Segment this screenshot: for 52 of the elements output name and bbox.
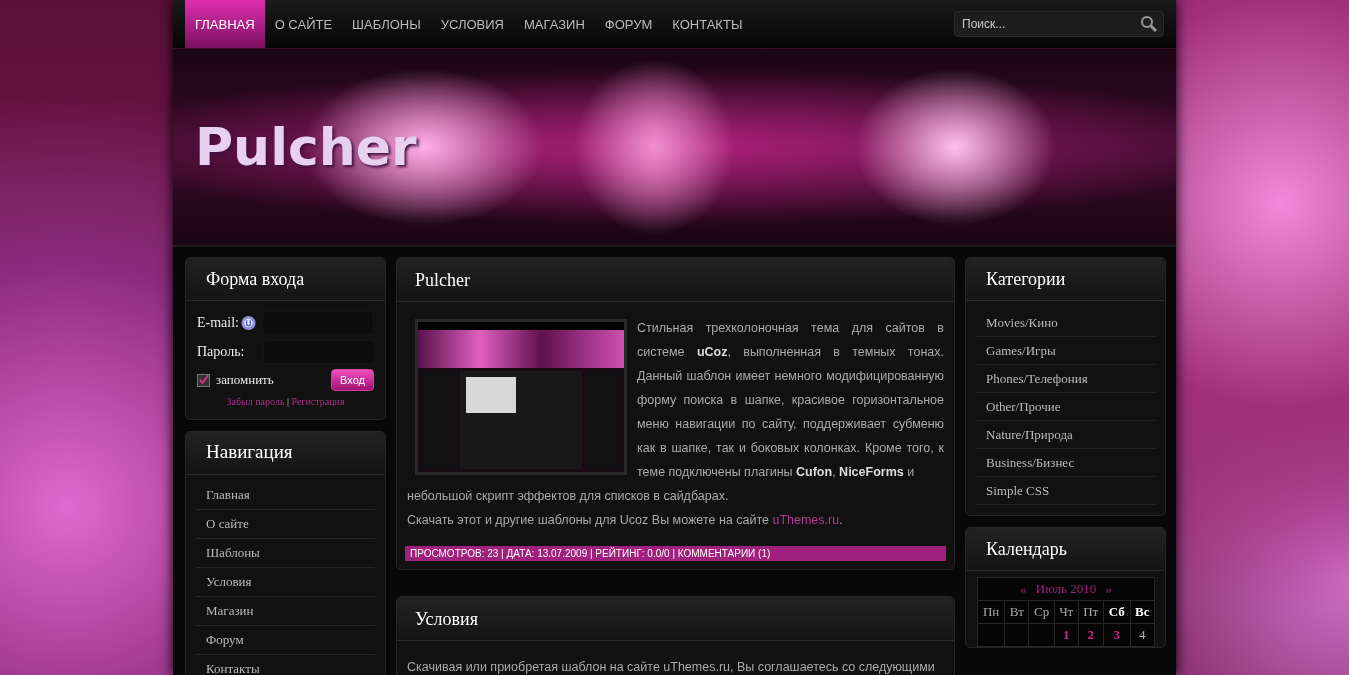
category-link[interactable]: Simple CSS <box>976 477 1155 505</box>
post-paragraph: Стильная трехколоночная тема для сайтов в системе uCoz, выполненная в темных тонах. Данный шаблон имеет немного модифицированную форму поиска в шапке, красивое горизонтальное меню навигации по сайту, поддерживает субменю как в шапке, так и боковых колонках. Кроме того, к теме подключены плагины Cufon, NiceForms и <box>637 320 944 481</box>
navigation-link[interactable]: Шаблоны <box>196 539 375 568</box>
panel-title: Календарь <box>966 528 1165 571</box>
day-cell[interactable]: 1 <box>1054 623 1079 647</box>
category-link[interactable]: Nature/Природа <box>976 421 1155 449</box>
weekday-cell: Вс <box>1130 600 1155 624</box>
menu-tab[interactable]: О САЙТЕ <box>264 0 343 48</box>
navigation-link[interactable]: О сайте <box>196 510 375 539</box>
navigation-link[interactable]: Главная <box>196 481 375 510</box>
ucoz-badge-icon <box>241 315 256 331</box>
search-icon[interactable] <box>1140 15 1158 33</box>
menu-tab[interactable]: ФОРУМ <box>594 0 663 48</box>
password-label: Пароль: <box>197 344 241 360</box>
menu-tab[interactable]: КОНТАКТЫ <box>662 0 753 48</box>
navigation-link[interactable]: Контакты <box>196 655 375 675</box>
menu-tab[interactable]: ШАБЛОНЫ <box>342 0 431 48</box>
email-label: E-mail: <box>197 315 239 331</box>
day-cell[interactable]: 3 <box>1103 623 1131 647</box>
weekday-cell: Пт <box>1078 600 1104 624</box>
category-link[interactable]: Phones/Телефония <box>976 365 1155 393</box>
category-link[interactable]: Games/Игры <box>976 337 1155 365</box>
category-link[interactable]: Business/Бизнес <box>976 449 1155 477</box>
panel-title: Форма входа <box>186 258 385 301</box>
weekday-cell: Пн <box>977 600 1005 624</box>
panel-title: Навигация <box>186 432 385 475</box>
post-title[interactable]: Pulcher <box>397 258 954 302</box>
category-link[interactable]: Movies/Кино <box>976 309 1155 337</box>
menu-tab[interactable]: УСЛОВИЯ <box>430 0 514 48</box>
navigation-link[interactable]: Магазин <box>196 597 375 626</box>
weekday-cell: Чт <box>1054 600 1079 624</box>
post-meta-bar: ПРОСМОТРОВ: 23 | ДАТА: 13.07.2009 | РЕЙТИНГ: 0.0/0 | КОММЕНТАРИИ (1) <box>405 546 946 561</box>
remember-checkbox[interactable] <box>197 373 210 387</box>
post-title[interactable]: Условия <box>397 597 954 641</box>
panel-title: Категории <box>966 258 1165 301</box>
search-field[interactable]: Поиск... <box>954 11 1164 37</box>
link-separator: | <box>286 396 289 407</box>
navigation-link[interactable]: Условия <box>196 568 375 597</box>
weekday-cell: Сб <box>1103 600 1131 624</box>
weekday-cell: Вт <box>1004 600 1029 624</box>
navigation-link[interactable]: Форум <box>196 626 375 655</box>
login-button[interactable]: Вход <box>331 369 374 391</box>
weekday-cell: Ср <box>1028 600 1055 624</box>
menu-tab[interactable]: МАГАЗИН <box>514 0 595 48</box>
category-link[interactable]: Other/Прочие <box>976 393 1155 421</box>
menu-tab[interactable]: ГЛАВНАЯ <box>185 0 265 48</box>
remember-label: запомнить <box>216 372 274 388</box>
post-paragraph: Скачивая или приобретая шаблон на сайте uThemes.ru, Вы соглашаетесь со следующими <box>407 659 936 675</box>
day-cell: 4 <box>1130 623 1155 647</box>
post-paragraph: Скачать этот и другие шаблоны для Ucoz Вы можете на сайте uThemes.ru. <box>407 512 844 529</box>
post-paragraph: небольшой скрипт эффектов для списков в сайдбарах. <box>407 488 730 505</box>
day-cell[interactable]: 2 <box>1078 623 1104 647</box>
